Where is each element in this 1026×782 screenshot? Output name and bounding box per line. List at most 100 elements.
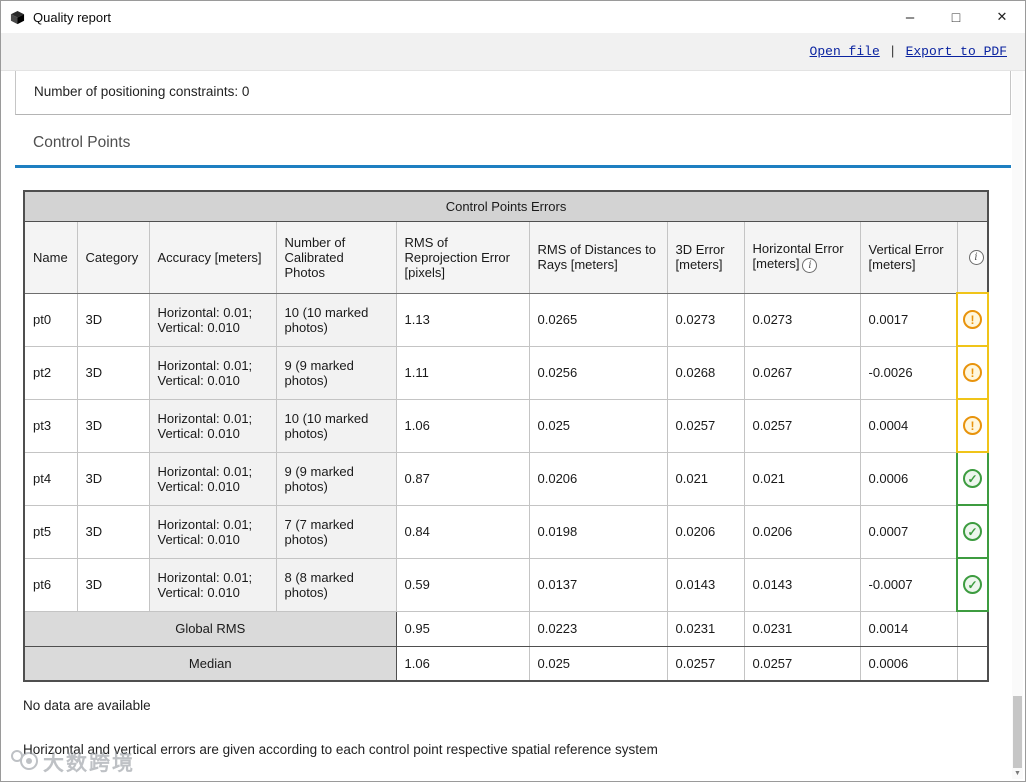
footer-status-empty: [956, 645, 989, 682]
cell-vertical-error: 0.0017: [859, 292, 958, 347]
maximize-button[interactable]: □: [933, 1, 979, 33]
minimize-icon: –: [905, 8, 915, 26]
cell-name: pt2: [23, 345, 78, 400]
status-cell: !: [955, 398, 990, 453]
cell-vertical-error: -0.0007: [859, 557, 958, 612]
cell-photos: 9 (9 marked photos): [275, 451, 397, 506]
info-icon[interactable]: i: [968, 249, 984, 265]
cell-horizontal-error: 0.0257: [743, 398, 861, 453]
footer-label: Median: [23, 645, 397, 682]
maximize-icon: □: [951, 9, 961, 25]
footer-3d-error: 0.0257: [666, 645, 745, 682]
info-icon[interactable]: i: [802, 257, 818, 273]
footnote-text: Horizontal and vertical errors are given…: [23, 742, 658, 757]
col-header-category: Category: [76, 220, 150, 294]
cell-name: pt3: [23, 398, 78, 453]
warning-icon: !: [963, 363, 983, 382]
cell-photos: 10 (10 marked photos): [275, 398, 397, 453]
col-header-rms-reprojection: RMS of Reprojection Error [pixels]: [395, 220, 530, 294]
cell-rms-distances: 0.0256: [528, 345, 668, 400]
control-points-table: Control Points Errors Name Category Accu…: [23, 190, 990, 682]
window-controls: – □ ✕: [887, 1, 1025, 33]
report-content: Number of positioning constraints: 0 Con…: [1, 71, 1025, 757]
footer-3d-error: 0.0231: [666, 610, 745, 647]
cell-name: pt4: [23, 451, 78, 506]
open-file-link[interactable]: Open file: [810, 44, 880, 59]
footer-horizontal-error: 0.0257: [743, 645, 861, 682]
constraints-text: Number of positioning constraints: 0: [34, 84, 250, 99]
cell-rms-reprojection: 0.87: [395, 451, 530, 506]
cell-photos: 7 (7 marked photos): [275, 504, 397, 559]
footer-row-global-rms: Global RMS 0.95 0.0223 0.0231 0.0231 0.0…: [23, 610, 989, 647]
warning-icon: !: [963, 310, 983, 329]
check-icon: ✓: [963, 575, 983, 594]
cell-rms-reprojection: 1.11: [395, 345, 530, 400]
footer-horizontal-error: 0.0231: [743, 610, 861, 647]
cell-rms-distances: 0.0137: [528, 557, 668, 612]
col-header-horizontal-error: Horizontal Error [meters] i: [743, 220, 861, 294]
footer-rms-reprojection: 1.06: [395, 645, 530, 682]
cell-category: 3D: [76, 398, 150, 453]
footer-status-empty: [956, 610, 989, 647]
cell-rms-distances: 0.0265: [528, 292, 668, 347]
cell-3d-error: 0.0206: [666, 504, 745, 559]
no-data-text: No data are available: [23, 698, 151, 713]
cell-name: pt0: [23, 292, 78, 347]
footer-vertical-error: 0.0014: [859, 610, 958, 647]
col-header-status: i: [956, 220, 989, 294]
cell-3d-error: 0.021: [666, 451, 745, 506]
col-header-photos: Number of Calibrated Photos: [275, 220, 397, 294]
cell-3d-error: 0.0268: [666, 345, 745, 400]
cell-horizontal-error: 0.0273: [743, 292, 861, 347]
cell-accuracy: Horizontal: 0.01; Vertical: 0.010: [148, 504, 277, 559]
window-title: Quality report: [33, 9, 112, 25]
cell-name: pt6: [23, 557, 78, 612]
status-cell: !: [955, 292, 990, 347]
horizontal-error-label: Horizontal Error [meters]: [752, 241, 844, 272]
table-row: pt2 3D Horizontal: 0.01; Vertical: 0.010…: [23, 345, 990, 400]
cell-vertical-error: -0.0026: [859, 345, 958, 400]
cube-icon: [10, 10, 25, 25]
table-row: pt4 3D Horizontal: 0.01; Vertical: 0.010…: [23, 451, 990, 506]
cell-horizontal-error: 0.0267: [743, 345, 861, 400]
cell-rms-reprojection: 1.13: [395, 292, 530, 347]
table-row: pt5 3D Horizontal: 0.01; Vertical: 0.010…: [23, 504, 990, 559]
col-header-accuracy: Accuracy [meters]: [148, 220, 277, 294]
scrollbar-thumb[interactable]: [1013, 696, 1022, 768]
close-icon: ✕: [996, 9, 1008, 24]
cell-vertical-error: 0.0004: [859, 398, 958, 453]
check-icon: ✓: [963, 522, 983, 541]
cell-category: 3D: [76, 557, 150, 612]
cell-horizontal-error: 0.0143: [743, 557, 861, 612]
footer-rms-reprojection: 0.95: [395, 610, 530, 647]
cell-photos: 10 (10 marked photos): [275, 292, 397, 347]
quality-report-window: Quality report – □ ✕ Open file | Export …: [0, 0, 1026, 782]
cell-rms-reprojection: 0.59: [395, 557, 530, 612]
cell-name: pt5: [23, 504, 78, 559]
col-header-3d-error: 3D Error [meters]: [666, 220, 745, 294]
vertical-scrollbar[interactable]: ▼: [1012, 71, 1023, 779]
table-row: pt3 3D Horizontal: 0.01; Vertical: 0.010…: [23, 398, 990, 453]
table-title-row: Control Points Errors: [23, 190, 989, 222]
scroll-down-arrow-icon[interactable]: ▼: [1012, 767, 1023, 779]
close-button[interactable]: ✕: [979, 1, 1025, 33]
footer-vertical-error: 0.0006: [859, 645, 958, 682]
cell-3d-error: 0.0273: [666, 292, 745, 347]
export-pdf-link[interactable]: Export to PDF: [906, 44, 1007, 59]
cell-category: 3D: [76, 504, 150, 559]
cell-category: 3D: [76, 292, 150, 347]
table-title: Control Points Errors: [23, 190, 989, 222]
section-title-text: Control Points: [33, 134, 131, 151]
status-cell: ✓: [955, 557, 990, 612]
warning-icon: !: [963, 416, 983, 435]
status-cell: ✓: [955, 504, 990, 559]
cell-horizontal-error: 0.0206: [743, 504, 861, 559]
cell-accuracy: Horizontal: 0.01; Vertical: 0.010: [148, 345, 277, 400]
cell-vertical-error: 0.0007: [859, 504, 958, 559]
table-row: pt6 3D Horizontal: 0.01; Vertical: 0.010…: [23, 557, 990, 612]
footer-rms-distances: 0.0223: [528, 610, 668, 647]
minimize-button[interactable]: –: [887, 1, 933, 33]
cell-rms-distances: 0.0206: [528, 451, 668, 506]
col-header-vertical-error: Vertical Error [meters]: [859, 220, 958, 294]
footer-rms-distances: 0.025: [528, 645, 668, 682]
